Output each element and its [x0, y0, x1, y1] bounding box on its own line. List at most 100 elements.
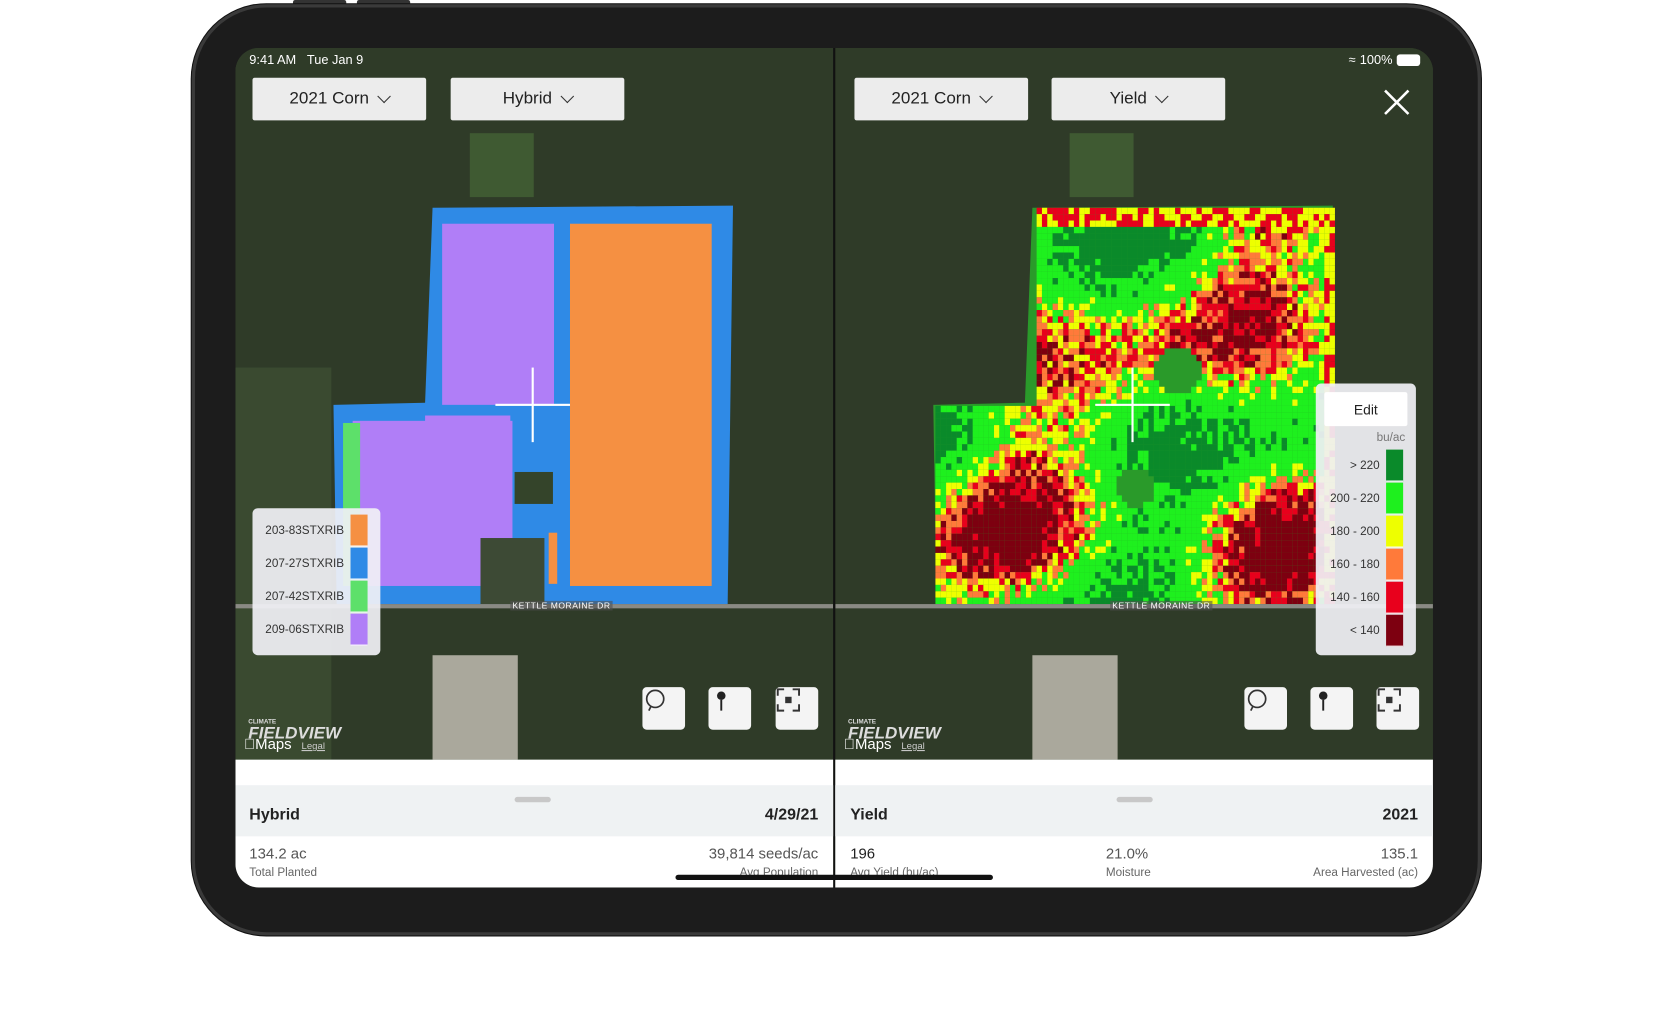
right-season-dropdown[interactable]: 2021 Corn	[854, 77, 1029, 121]
yield-cell	[1095, 348, 1101, 355]
fit-extent-button[interactable]	[775, 687, 819, 730]
yield-cell	[1095, 246, 1101, 253]
legal-link[interactable]: Legal	[901, 740, 924, 751]
yield-cell	[1281, 591, 1288, 598]
yield-cell	[1052, 418, 1058, 426]
fit-extent-button[interactable]	[1376, 687, 1420, 730]
yield-cell	[1079, 546, 1085, 553]
yield-cell	[967, 565, 973, 573]
yield-cell	[1121, 233, 1128, 240]
yield-cell	[1079, 578, 1085, 585]
edit-legend-button[interactable]: Edit	[1324, 392, 1408, 427]
yield-cell	[1111, 559, 1117, 566]
yield-cell	[1159, 457, 1165, 464]
yield-cell	[1201, 271, 1208, 279]
yield-cell	[1239, 457, 1245, 464]
yield-cell	[1057, 220, 1064, 227]
yield-cell	[1223, 425, 1229, 432]
yield-cell	[978, 437, 984, 445]
yield-cell	[1276, 310, 1282, 317]
yield-cell	[1212, 278, 1218, 285]
yield-cell	[1047, 476, 1053, 483]
home-indicator[interactable]	[675, 874, 993, 881]
yield-cell	[946, 431, 952, 438]
close-button[interactable]	[1383, 88, 1411, 116]
yield-cell	[1057, 508, 1064, 515]
yield-cell	[1164, 220, 1170, 227]
left-map[interactable]: KETTLE MORAINE DR 203-83STXRIB 207-27STXR…	[235, 47, 834, 760]
yield-cell	[1116, 508, 1122, 515]
yield-cell	[1073, 431, 1080, 438]
yield-cell	[1244, 431, 1250, 438]
yield-cell	[956, 501, 963, 509]
yield-cell	[1260, 290, 1266, 298]
left-layer-dropdown[interactable]: Hybrid	[450, 77, 625, 121]
yield-cell	[1313, 252, 1319, 259]
yield-cell	[1292, 322, 1298, 330]
yield-cell	[1111, 284, 1117, 291]
yield-cell	[1265, 495, 1272, 502]
yield-cell	[1281, 297, 1288, 304]
yield-cell	[1324, 373, 1330, 381]
yield-cell	[1164, 463, 1170, 470]
yield-cell	[1313, 303, 1319, 311]
yield-cell	[1276, 489, 1282, 496]
yield-cell	[1239, 437, 1245, 445]
yield-cell	[1132, 233, 1138, 240]
yield-cell	[1287, 431, 1293, 438]
lasso-button[interactable]	[1244, 687, 1288, 730]
pin-button[interactable]	[708, 687, 752, 730]
lasso-button[interactable]	[642, 687, 686, 730]
yield-cell	[1308, 316, 1314, 323]
yield-cell	[1143, 533, 1149, 541]
yield-cell	[1302, 572, 1309, 579]
yield-cell	[1276, 373, 1282, 381]
yield-cell	[1143, 207, 1149, 215]
yield-cell	[1308, 457, 1314, 464]
yield-cell	[1228, 284, 1234, 291]
left-season-dropdown[interactable]: 2021 Corn	[252, 77, 427, 121]
yield-cell	[1137, 354, 1144, 362]
yield-cell	[1223, 405, 1229, 413]
yield-cell	[1217, 290, 1224, 298]
yield-cell	[1153, 220, 1160, 227]
yield-cell	[1068, 578, 1074, 585]
yield-cell	[1084, 565, 1090, 573]
yield-cell	[1255, 258, 1261, 266]
yield-cell	[1063, 278, 1069, 285]
yield-cell	[1020, 418, 1026, 426]
yield-cell	[1143, 258, 1149, 266]
yield-cell	[1143, 540, 1149, 547]
yield-cell	[1148, 310, 1154, 317]
yield-cell	[1068, 220, 1074, 227]
yield-cell	[1239, 546, 1245, 553]
yield-cell	[1324, 335, 1330, 342]
yield-cell	[1217, 476, 1224, 483]
yield-cell	[1233, 233, 1240, 240]
yield-cell	[983, 514, 989, 521]
yield-cell	[1217, 540, 1224, 547]
yield-cell	[1297, 322, 1303, 330]
yield-cell	[1228, 546, 1234, 553]
right-layer-dropdown[interactable]: Yield	[1051, 77, 1226, 121]
yield-cell	[1297, 214, 1303, 221]
yield-cell	[1036, 322, 1042, 330]
yield-cell	[1068, 431, 1074, 438]
yield-cell	[1148, 444, 1154, 451]
yield-cell	[1175, 412, 1181, 419]
yield-cell	[1217, 239, 1224, 247]
yield-cell	[1148, 559, 1154, 566]
yield-cell	[1281, 495, 1288, 502]
yield-cell	[1004, 540, 1010, 547]
drag-handle[interactable]	[514, 796, 551, 803]
yield-cell	[1159, 476, 1165, 483]
yield-cell	[1287, 463, 1293, 470]
yield-cell	[1196, 386, 1202, 394]
drag-handle[interactable]	[1116, 796, 1153, 803]
yield-cell	[1047, 214, 1053, 221]
right-map[interactable]: KETTLE MORAINE DR Edit bu/ac > 220 200 - …	[835, 47, 1433, 760]
legal-link[interactable]: Legal	[302, 740, 325, 751]
yield-cell	[1265, 252, 1272, 259]
pin-button[interactable]	[1310, 687, 1354, 730]
yield-cell	[1297, 284, 1303, 291]
